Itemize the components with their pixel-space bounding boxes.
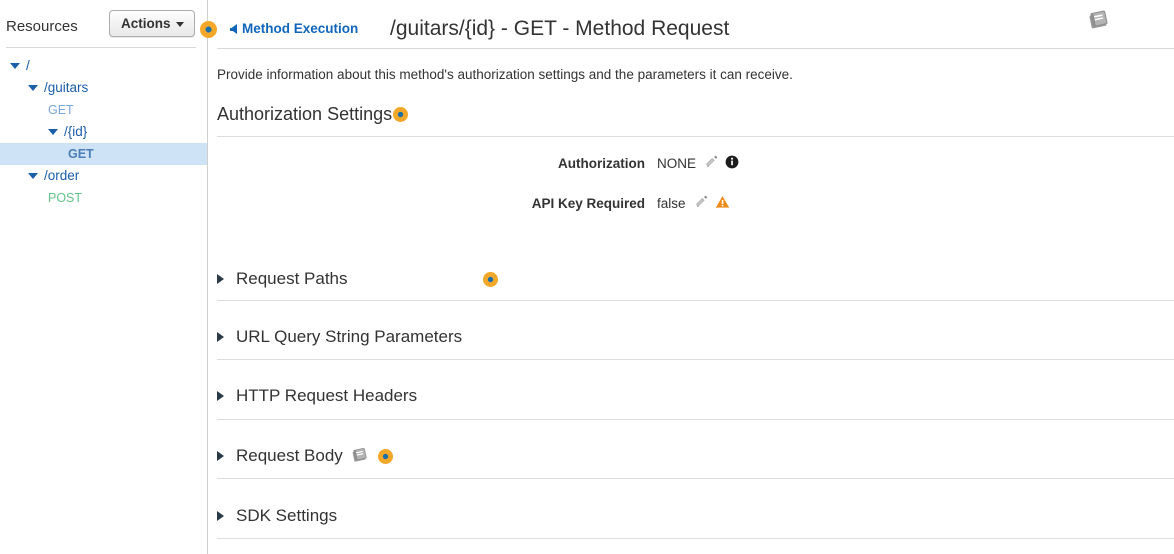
triangle-right-icon[interactable]	[217, 451, 224, 461]
back-link-label: Method Execution	[242, 21, 359, 36]
resources-sidebar: Resources Actions / /guitars GET /{id} GET/o…	[0, 0, 207, 554]
triangle-right-icon[interactable]	[217, 391, 224, 401]
sidebar-divider	[6, 47, 196, 48]
section-divider	[217, 419, 1174, 420]
book-icon[interactable]	[350, 446, 370, 466]
triangle-down-icon[interactable]	[28, 173, 38, 179]
orange-marker-dot-icon[interactable]	[482, 271, 498, 287]
triangle-down-icon[interactable]	[10, 63, 20, 69]
orange-marker-dot-icon[interactable]	[200, 21, 217, 39]
header-divider	[217, 48, 1174, 49]
tree-method-get-selected[interactable]: GET	[0, 143, 207, 165]
api-key-required-label: API Key Required	[531, 196, 645, 211]
tree-resource-[interactable]: /	[0, 55, 207, 77]
resource-tree: / /guitars GET /{id} GET/order POST	[0, 55, 207, 209]
triangle-right-icon[interactable]	[217, 332, 224, 342]
info-icon[interactable]	[725, 155, 739, 174]
api-gateway-console: Resources Actions / /guitars GET /{id} GET/o…	[0, 0, 1174, 554]
api-key-required-row-icons	[695, 195, 730, 214]
chevron-down-icon	[175, 22, 184, 27]
sidebar-header: Resources Actions	[0, 0, 207, 48]
section-http-request-headers[interactable]: HTTP Request Headers	[217, 381, 417, 411]
section-label: URL Query String Parameters	[236, 327, 463, 346]
api-key-required-value: false	[657, 196, 686, 211]
api-key-required-row: API Key Required false	[217, 195, 730, 213]
section-label: Request Body	[236, 446, 343, 465]
tree-method-post[interactable]: POST	[0, 187, 207, 209]
pencil-icon[interactable]	[705, 155, 719, 174]
section-request-body[interactable]: Request Body	[217, 441, 393, 471]
tree-resource-id[interactable]: /{id}	[0, 121, 207, 143]
arrow-left-icon	[230, 24, 237, 34]
tree-resource-order[interactable]: /order	[0, 165, 207, 187]
triangle-right-icon[interactable]	[217, 274, 224, 284]
back-to-method-execution-link[interactable]: Method Execution	[230, 22, 358, 36]
section-divider	[217, 478, 1174, 479]
authorization-row-icons	[705, 155, 739, 174]
authorization-value: NONE	[657, 156, 697, 171]
main-header: Method Execution /guitars/{id} - GET - M…	[208, 0, 1174, 48]
orange-marker-dot-icon[interactable]	[393, 106, 409, 122]
section-label: SDK Settings	[236, 506, 338, 525]
authorization-settings-label: Authorization Settings	[217, 104, 393, 124]
triangle-down-icon[interactable]	[28, 85, 38, 91]
section-divider	[217, 300, 1174, 301]
tree-node-label: /order	[44, 168, 80, 183]
actions-button[interactable]: Actions	[109, 10, 195, 37]
intro-description: Provide information about this method's …	[217, 67, 793, 82]
tree-method-get[interactable]: GET	[0, 99, 207, 121]
section-divider	[217, 538, 1174, 539]
tree-method-label: GET	[48, 102, 74, 117]
orange-marker-dot-icon[interactable]	[377, 448, 393, 464]
section-label: HTTP Request Headers	[236, 386, 418, 405]
tree-node-label: /guitars	[44, 80, 89, 95]
triangle-right-icon[interactable]	[217, 511, 224, 521]
authorization-settings-divider	[217, 136, 1174, 137]
section-label: Request Paths	[236, 269, 348, 288]
orange-marker-dot-icon-sidebar[interactable]	[200, 21, 217, 39]
triangle-down-icon[interactable]	[48, 129, 58, 135]
tree-resource-guitars[interactable]: /guitars	[0, 77, 207, 99]
authorization-settings-heading: Authorization Settings	[217, 103, 409, 125]
section-url-query-string-parameters[interactable]: URL Query String Parameters	[217, 322, 462, 352]
authorization-row: Authorization NONE	[217, 155, 739, 173]
tree-node-label: /	[26, 58, 30, 73]
page-title-resources: Resources	[6, 18, 78, 35]
pencil-icon[interactable]	[695, 195, 709, 214]
authorization-label: Authorization	[558, 156, 645, 171]
actions-button-label: Actions	[121, 16, 171, 31]
section-request-paths[interactable]: Request Paths	[217, 264, 498, 294]
page-title: /guitars/{id} - GET - Method Request	[390, 17, 730, 40]
tree-node-label: /{id}	[64, 124, 88, 139]
section-sdk-settings[interactable]: SDK Settings	[217, 501, 337, 531]
tree-method-label: GET	[68, 146, 94, 161]
tree-method-label: POST	[48, 190, 83, 205]
warning-icon[interactable]	[715, 195, 730, 214]
method-request-panel: Method Execution /guitars/{id} - GET - M…	[208, 0, 1174, 554]
book-icon[interactable]	[1086, 8, 1112, 34]
section-divider	[217, 359, 1174, 360]
